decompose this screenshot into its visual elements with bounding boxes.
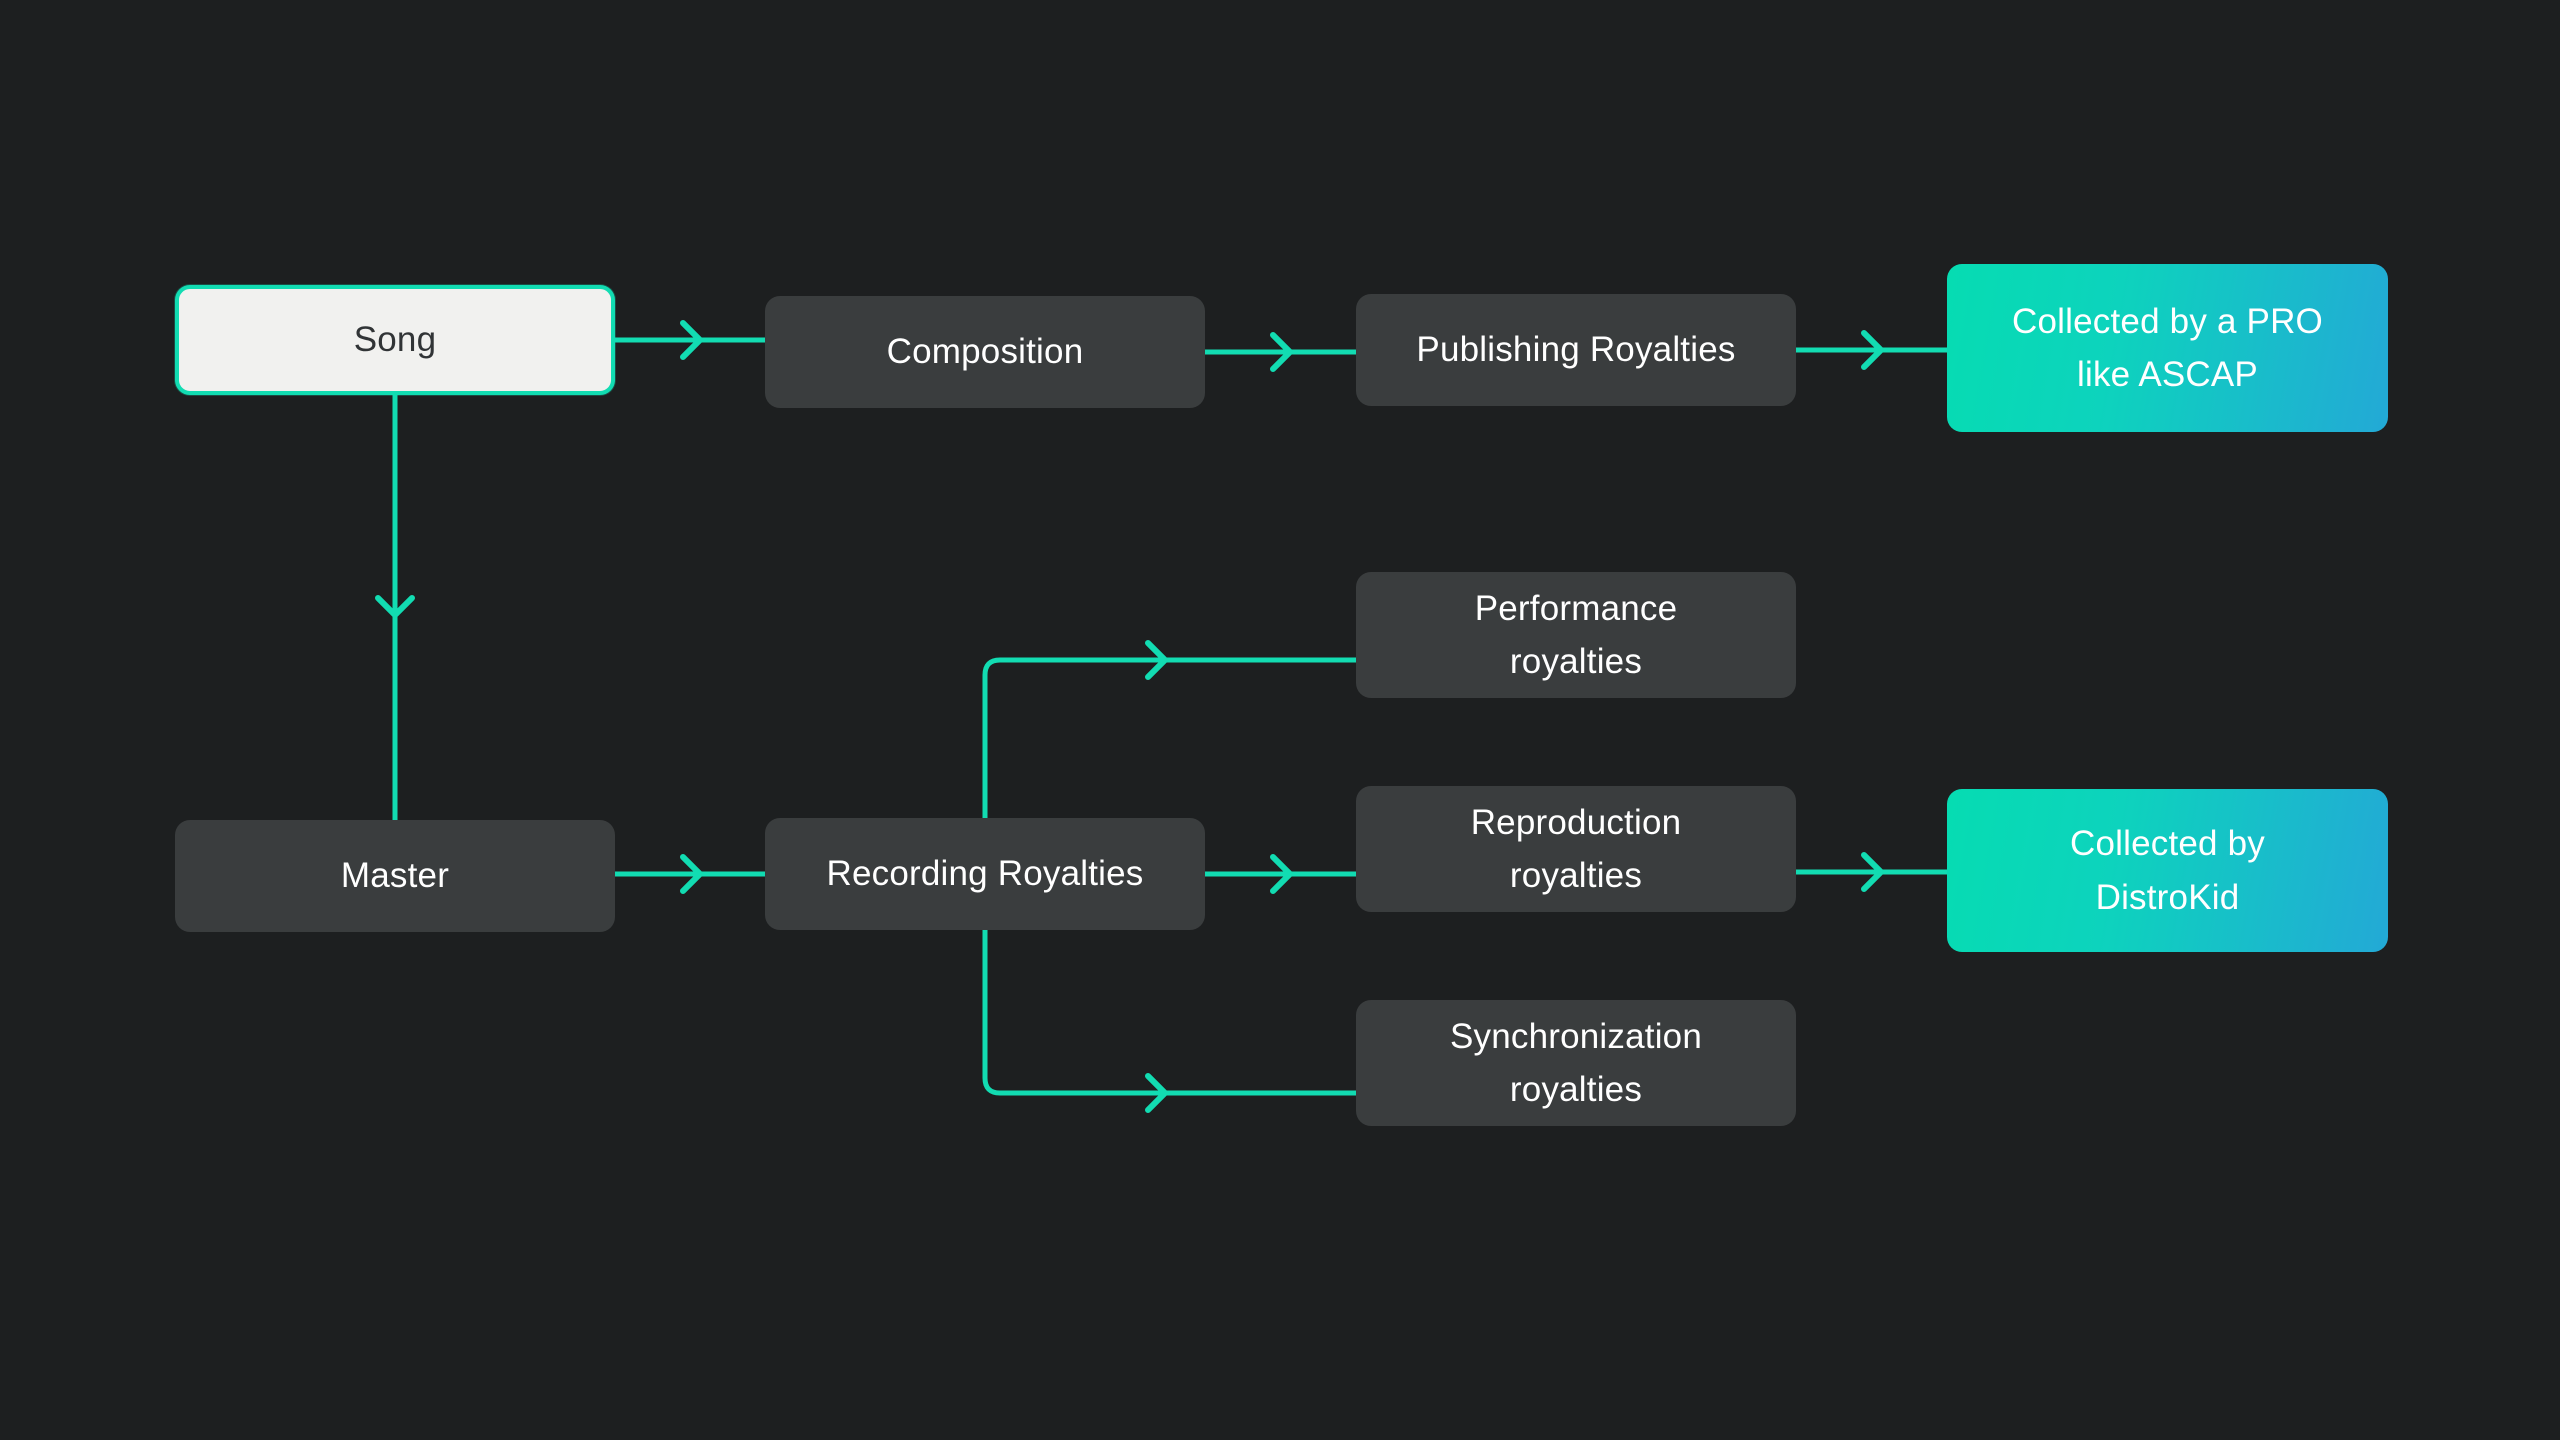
arrowhead-publishing-to-pro <box>1861 330 1884 370</box>
node-reproduction-royalties-label: Reproduction royalties <box>1356 796 1796 902</box>
arrowhead-recording-to-reproduction <box>1270 854 1293 894</box>
node-song[interactable]: Song <box>175 285 615 395</box>
arrowhead-recording-to-performance <box>1145 640 1168 680</box>
node-performance-royalties-line2: royalties <box>1509 642 1643 681</box>
node-collected-by-distrokid-line1: Collected by <box>2069 824 2265 864</box>
arrowhead-composition-to-publishing <box>1270 332 1293 372</box>
arrowhead-song-to-composition <box>680 320 703 360</box>
edge-recording-to-performance <box>982 657 1359 821</box>
node-composition[interactable]: Composition <box>765 296 1205 408</box>
node-master[interactable]: Master <box>175 820 615 932</box>
edge-recording-to-synchronization <box>982 927 1359 1096</box>
node-composition-label: Composition <box>886 332 1084 371</box>
node-synchronization-royalties-line2: royalties <box>1509 1070 1643 1109</box>
node-recording-royalties-label: Recording Royalties <box>826 854 1144 893</box>
node-performance-royalties-line1: Performance <box>1474 588 1678 628</box>
diagram-canvas: Song Composition Publishing Royalties Co… <box>0 0 2560 1440</box>
node-collected-by-distrokid-line2: DistroKid <box>2095 877 2240 917</box>
node-reproduction-royalties[interactable]: Reproduction royalties <box>1356 786 1796 912</box>
node-reproduction-royalties-line1: Reproduction <box>1470 802 1682 842</box>
node-collected-by-pro-line1: Collected by a PRO <box>2012 301 2323 341</box>
node-collected-by-pro-label: Collected by a PRO like ASCAP <box>1947 295 2388 401</box>
connector-layer <box>375 320 1950 1113</box>
node-synchronization-royalties[interactable]: Synchronization royalties <box>1356 1000 1796 1126</box>
arrowhead-recording-to-synchronization <box>1145 1073 1168 1113</box>
node-collected-by-pro[interactable]: Collected by a PRO like ASCAP <box>1947 264 2388 432</box>
node-collected-by-distrokid-label: Collected by DistroKid <box>1947 817 2388 923</box>
node-synchronization-royalties-label: Synchronization royalties <box>1356 1010 1796 1116</box>
node-publishing-royalties[interactable]: Publishing Royalties <box>1356 294 1796 406</box>
node-reproduction-royalties-line2: royalties <box>1509 856 1643 895</box>
arrowhead-reproduction-to-distrokid <box>1861 852 1884 892</box>
node-collected-by-distrokid[interactable]: Collected by DistroKid <box>1947 789 2388 952</box>
node-synchronization-royalties-line1: Synchronization <box>1449 1016 1703 1056</box>
node-song-label: Song <box>353 320 437 359</box>
node-recording-royalties[interactable]: Recording Royalties <box>765 818 1205 930</box>
node-master-label: Master <box>340 856 450 895</box>
node-publishing-royalties-label: Publishing Royalties <box>1416 330 1736 369</box>
node-performance-royalties[interactable]: Performance royalties <box>1356 572 1796 698</box>
node-performance-royalties-label: Performance royalties <box>1356 582 1796 688</box>
arrowhead-master-to-recording <box>680 854 703 894</box>
arrowhead-song-to-master <box>375 595 415 618</box>
node-collected-by-pro-line2: like ASCAP <box>2077 355 2258 394</box>
